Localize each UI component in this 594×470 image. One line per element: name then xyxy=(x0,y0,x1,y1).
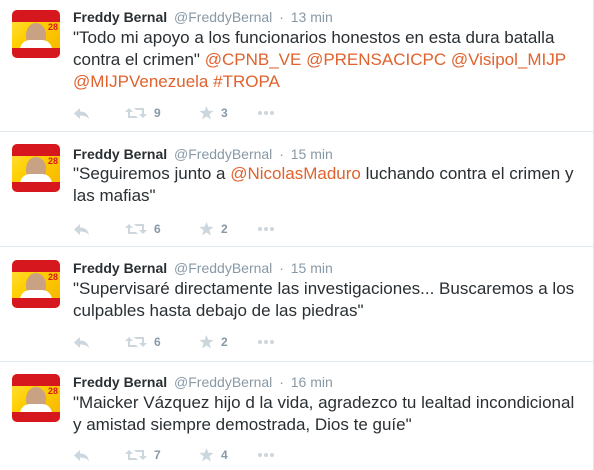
tweet-header: Freddy Bernal @FreddyBernal · 15 min xyxy=(73,146,333,162)
tweet-link[interactable]: @Visipol_MIJP xyxy=(451,50,566,69)
favorite-button[interactable]: 2 xyxy=(199,333,228,351)
tweet-text: "Supervisaré directamente las investigac… xyxy=(73,278,581,322)
more-icon xyxy=(258,111,274,115)
tweet-username[interactable]: @FreddyBernal xyxy=(174,9,272,25)
more-icon xyxy=(258,453,274,457)
favorite-icon xyxy=(199,106,214,120)
more-button[interactable] xyxy=(258,446,274,464)
tweet[interactable]: 28 Freddy Bernal @FreddyBernal · 13 min … xyxy=(0,0,593,132)
favorite-icon xyxy=(199,448,214,462)
favorite-icon xyxy=(199,222,214,236)
tweet-username[interactable]: @FreddyBernal xyxy=(174,146,272,162)
tweet-header: Freddy Bernal @FreddyBernal · 16 min xyxy=(73,374,333,390)
tweet-time[interactable]: 16 min xyxy=(291,374,333,390)
separator-dot: · xyxy=(279,9,284,25)
tweet-link[interactable]: #TROPA xyxy=(213,72,280,91)
favorite-button[interactable]: 4 xyxy=(199,446,228,464)
avatar-number: 28 xyxy=(47,386,58,396)
timeline: 28 Freddy Bernal @FreddyBernal · 13 min … xyxy=(0,0,594,470)
retweet-icon xyxy=(125,450,147,460)
tweet-text: "Seguiremos junto a @NicolasMaduro lucha… xyxy=(73,163,581,207)
tweet-time[interactable]: 15 min xyxy=(291,146,333,162)
favorite-button[interactable]: 3 xyxy=(199,104,228,122)
retweet-button[interactable]: 6 xyxy=(125,220,161,238)
retweet-count: 6 xyxy=(154,335,161,349)
tweet-fullname[interactable]: Freddy Bernal xyxy=(73,9,167,25)
tweet-link[interactable]: @NicolasMaduro xyxy=(230,164,361,183)
separator-dot: · xyxy=(279,146,284,162)
reply-button[interactable] xyxy=(73,333,90,351)
tweet-text-segment: "Maicker Vázquez hijo d la vida, agradez… xyxy=(73,393,575,434)
avatar[interactable]: 28 xyxy=(12,10,60,58)
favorite-count: 3 xyxy=(221,106,228,120)
reply-button[interactable] xyxy=(73,446,90,464)
retweet-count: 9 xyxy=(154,106,161,120)
tweet-username[interactable]: @FreddyBernal xyxy=(174,374,272,390)
retweet-icon xyxy=(125,108,147,118)
favorite-count: 2 xyxy=(221,222,228,236)
avatar-number: 28 xyxy=(47,272,58,282)
retweet-icon xyxy=(125,224,147,234)
tweet-header: Freddy Bernal @FreddyBernal · 15 min xyxy=(73,260,333,276)
favorite-count: 2 xyxy=(221,335,228,349)
retweet-icon xyxy=(125,337,147,347)
tweet[interactable]: 28 Freddy Bernal @FreddyBernal · 15 min … xyxy=(0,132,593,247)
reply-button[interactable] xyxy=(73,220,90,238)
tweet[interactable]: 28 Freddy Bernal @FreddyBernal · 15 min … xyxy=(0,247,593,362)
tweet-text-segment: "Supervisaré directamente las investigac… xyxy=(73,279,575,320)
avatar[interactable]: 28 xyxy=(12,144,60,192)
tweet-fullname[interactable]: Freddy Bernal xyxy=(73,260,167,276)
reply-icon xyxy=(74,449,89,461)
separator-dot: · xyxy=(279,374,284,390)
retweet-button[interactable]: 9 xyxy=(125,104,161,122)
tweet-link[interactable]: @MIJPVenezuela xyxy=(73,72,208,91)
tweet-text-segment: "Seguiremos junto a xyxy=(73,164,231,183)
avatar[interactable]: 28 xyxy=(12,260,60,308)
tweet-time[interactable]: 13 min xyxy=(291,9,333,25)
tweet-time[interactable]: 15 min xyxy=(291,260,333,276)
avatar-number: 28 xyxy=(47,156,58,166)
separator-dot: · xyxy=(279,260,284,276)
tweet-fullname[interactable]: Freddy Bernal xyxy=(73,374,167,390)
retweet-button[interactable]: 7 xyxy=(125,446,161,464)
retweet-count: 7 xyxy=(154,448,161,462)
favorite-button[interactable]: 2 xyxy=(199,220,228,238)
tweet[interactable]: 28 Freddy Bernal @FreddyBernal · 16 min … xyxy=(0,362,593,470)
more-button[interactable] xyxy=(258,104,274,122)
retweet-count: 6 xyxy=(154,222,161,236)
tweet-text: "Todo mi apoyo a los funcionarios honest… xyxy=(73,27,581,93)
tweet-link[interactable]: @CPNB_VE xyxy=(205,50,302,69)
tweet-username[interactable]: @FreddyBernal xyxy=(174,260,272,276)
reply-button[interactable] xyxy=(73,104,90,122)
more-icon xyxy=(258,227,274,231)
favorite-count: 4 xyxy=(221,448,228,462)
avatar[interactable]: 28 xyxy=(12,374,60,422)
retweet-button[interactable]: 6 xyxy=(125,333,161,351)
tweet-text: "Maicker Vázquez hijo d la vida, agradez… xyxy=(73,392,581,436)
tweet-link[interactable]: @PRENSACICPC xyxy=(306,50,446,69)
tweet-fullname[interactable]: Freddy Bernal xyxy=(73,146,167,162)
favorite-icon xyxy=(199,335,214,349)
more-icon xyxy=(258,340,274,344)
reply-icon xyxy=(74,107,89,119)
reply-icon xyxy=(74,336,89,348)
more-button[interactable] xyxy=(258,333,274,351)
more-button[interactable] xyxy=(258,220,274,238)
reply-icon xyxy=(74,223,89,235)
avatar-number: 28 xyxy=(47,22,58,32)
tweet-header: Freddy Bernal @FreddyBernal · 13 min xyxy=(73,9,333,25)
